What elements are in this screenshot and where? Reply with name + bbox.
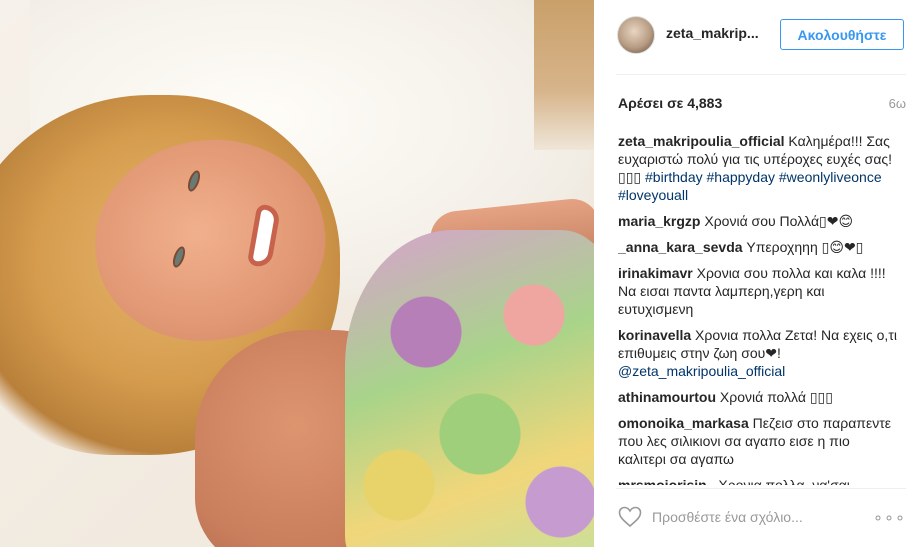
comment-text: Υπεροχηηη ▯😊❤▯ [742, 239, 864, 255]
comment-mention[interactable]: @zeta_makripoulia_official [618, 363, 785, 379]
comment-item: mrsmojorisin Χρονια πολλα, να'σαι [618, 476, 898, 485]
photo-sand [534, 0, 594, 150]
post-photo[interactable] [0, 0, 594, 547]
comment-username[interactable]: korinavella [618, 327, 691, 343]
photo-towel [345, 230, 594, 547]
instagram-post: zeta_makrip... Ακολουθήστε Αρέσει σε 4,8… [0, 0, 915, 547]
comment-username[interactable]: mrsmojorisin [618, 477, 707, 485]
comment-item: athinamourtou Χρονιά πολλά ▯▯▯ [618, 388, 898, 406]
comment-item: zeta_makripoulia_official Καλημέρα!!! Σα… [618, 132, 898, 204]
heart-icon[interactable] [618, 506, 642, 528]
comment-item: omonoika_markasa Πεζεισ στο παραπεντε πο… [618, 414, 898, 468]
comment-username[interactable]: irinakimavr [618, 265, 693, 281]
comment-item: maria_krgzp Χρονιά σου Πολλά▯❤😊 [618, 212, 898, 230]
comment-item: _anna_kara_sevda Υπεροχηηη ▯😊❤▯ [618, 238, 898, 256]
comment-username[interactable]: _anna_kara_sevda [618, 239, 743, 255]
comment-text: Χρονιά πολλά ▯▯▯ [716, 389, 833, 405]
comment-username[interactable]: zeta_makripoulia_official [618, 133, 785, 149]
post-username[interactable]: zeta_makrip... [666, 25, 759, 41]
header-divider [616, 74, 906, 75]
more-options-icon[interactable]: ∘∘∘ [873, 508, 906, 528]
comment-username[interactable]: athinamourtou [618, 389, 716, 405]
comment-input[interactable]: Προσθέστε ένα σχόλιο... [652, 509, 803, 525]
comment-username[interactable]: omonoika_markasa [618, 415, 749, 431]
comment-text: Χρονιά σου Πολλά▯❤😊 [700, 213, 854, 229]
comment-hashtags[interactable]: #birthday #happyday #weonlyliveonce #lov… [618, 169, 882, 203]
footer-divider [616, 488, 906, 489]
comment-text: Χρονια πολλα, να'σαι [706, 477, 850, 485]
comments-list[interactable]: zeta_makripoulia_official Καλημέρα!!! Σα… [618, 132, 898, 485]
comment-item: irinakimavr Χρονια σου πολλα και καλα !!… [618, 264, 898, 318]
follow-button[interactable]: Ακολουθήστε [780, 19, 904, 50]
comment-item: korinavella Χρονια πολλα Ζετα! Να εχεις … [618, 326, 898, 380]
likes-count[interactable]: Αρέσει σε 4,883 [618, 95, 722, 111]
post-header: zeta_makrip... Ακολουθήστε [594, 0, 915, 74]
post-age[interactable]: 6ω [889, 96, 906, 111]
comment-username[interactable]: maria_krgzp [618, 213, 700, 229]
post-side-panel: zeta_makrip... Ακολουθήστε Αρέσει σε 4,8… [594, 0, 915, 547]
avatar[interactable] [617, 16, 655, 54]
